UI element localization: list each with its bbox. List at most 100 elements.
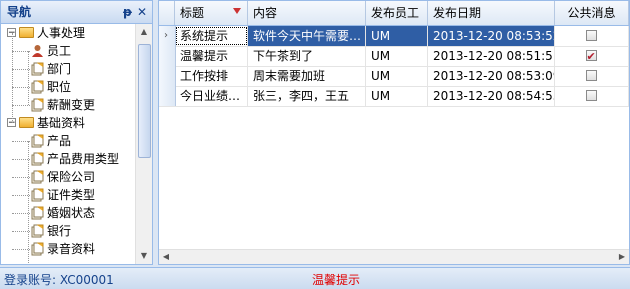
cell-public	[555, 46, 629, 66]
nav-header: 导航 ᵽ ✕	[1, 1, 152, 24]
tree-item[interactable]: − 基础资料	[1, 114, 137, 132]
document-icon	[31, 242, 44, 256]
col-header-content-label: 内容	[253, 6, 278, 20]
cell-title[interactable]: 工作按排	[175, 66, 248, 86]
tree-item[interactable]: 产品费用类型	[1, 150, 137, 168]
table-row[interactable]: 温馨提示 下午茶到了 UM 2013-12-20 08:51:51	[159, 46, 629, 67]
tree-item[interactable]: 产品	[1, 132, 137, 150]
tree-item-label: 录音资料	[47, 242, 96, 256]
tree-item[interactable]: − 人事处理	[1, 24, 137, 42]
cell-date[interactable]: 2013-12-20 08:54:55	[428, 86, 555, 106]
tree-item-label: 职位	[47, 80, 72, 94]
nav-title: 导航	[7, 5, 32, 19]
tree-item-label: 婚姻状态	[47, 206, 96, 220]
cell-title[interactable]: 系统提示	[175, 26, 248, 46]
cell-date[interactable]: 2013-12-20 08:51:51	[428, 46, 555, 66]
row-indicator[interactable]	[159, 66, 176, 86]
cell-public	[555, 86, 629, 106]
tree-item-label: 保险公司	[47, 170, 96, 184]
cell-title[interactable]: 温馨提示	[175, 46, 248, 66]
scroll-thumb[interactable]	[138, 44, 151, 158]
cell-content[interactable]: 软件今天中午需要…	[248, 26, 366, 46]
col-header-content[interactable]: 内容	[248, 1, 366, 25]
document-icon	[31, 134, 44, 148]
cell-date[interactable]: 2013-12-20 08:53:52	[428, 26, 555, 46]
document-icon	[31, 188, 44, 202]
cell-employee[interactable]: UM	[366, 86, 428, 106]
folder-icon	[19, 27, 34, 38]
document-icon	[31, 152, 44, 166]
public-checkbox[interactable]	[585, 30, 597, 41]
document-icon	[31, 80, 44, 94]
scroll-down-icon[interactable]: ▼	[136, 248, 152, 264]
table-row[interactable]: › 系统提示 软件今天中午需要… UM 2013-12-20 08:53:52	[159, 26, 629, 47]
cell-content[interactable]: 周末需要加班	[248, 66, 366, 86]
row-indicator[interactable]	[159, 86, 176, 106]
tree-item[interactable]: 证件类型	[1, 186, 137, 204]
current-row-icon: ›	[164, 30, 168, 41]
nav-panel: 导航 ᵽ ✕ − 人事处理员工部门职位薪酬变更 − 基础资料产品产品费用类型 保险公司证…	[0, 0, 153, 265]
status-bar: 登录账号: XC00001 温馨提示	[0, 267, 630, 289]
tree-item-label: 产品	[47, 134, 72, 148]
public-checkbox[interactable]	[585, 70, 597, 81]
cell-employee[interactable]: UM	[366, 46, 428, 66]
grid-hscrollbar[interactable]: ◀ ▶	[159, 249, 629, 264]
close-icon[interactable]: ✕	[137, 1, 147, 23]
cell-content[interactable]: 下午茶到了	[248, 46, 366, 66]
col-header-date[interactable]: 发布日期	[428, 1, 555, 25]
document-icon	[31, 206, 44, 220]
tree-item-label: 银行	[47, 224, 72, 238]
tree-item-label: 部门	[47, 62, 72, 76]
cell-employee[interactable]: UM	[366, 26, 428, 46]
table-row[interactable]: 今日业绩… 张三，李四，王五 UM 2013-12-20 08:54:55	[159, 86, 629, 107]
col-header-title[interactable]: 标题	[175, 1, 248, 25]
col-header-public[interactable]: 公共消息	[555, 1, 629, 25]
tree-item-label: 基础资料	[37, 116, 86, 130]
tree-item[interactable]: 婚姻状态	[1, 204, 137, 222]
col-header-employee-label: 发布员工	[371, 6, 420, 20]
row-indicator[interactable]: ›	[159, 26, 176, 46]
message-grid: 标题 内容 发布员工 发布日期 公共消息 › 系统提示 软件今天中午需要… UM 201…	[158, 0, 630, 265]
cell-employee[interactable]: UM	[366, 66, 428, 86]
col-header-public-label: 公共消息	[567, 6, 616, 20]
tree-item[interactable]: 部门	[1, 60, 137, 78]
cell-date[interactable]: 2013-12-20 08:53:09	[428, 66, 555, 86]
cell-public	[555, 26, 629, 46]
public-checkbox[interactable]	[585, 47, 597, 66]
tree-item[interactable]: 录音资料	[1, 240, 137, 258]
user-icon	[32, 45, 43, 57]
tree-item[interactable]: 保险公司	[1, 168, 137, 186]
tree-item-label: 薪酬变更	[47, 98, 96, 112]
tree-item[interactable]: 员工	[1, 42, 137, 60]
nav-tree: − 人事处理员工部门职位薪酬变更 − 基础资料产品产品费用类型 保险公司证件类型婚姻状态…	[1, 24, 137, 264]
scroll-left-icon[interactable]: ◀	[159, 250, 173, 264]
nav-scrollbar[interactable]: ▲ ▼	[135, 24, 152, 264]
col-header-date-label: 发布日期	[433, 6, 482, 20]
filter-icon[interactable]	[233, 8, 241, 14]
document-icon	[31, 62, 44, 76]
login-account: 登录账号: XC00001	[4, 273, 114, 287]
scroll-right-icon[interactable]: ▶	[615, 250, 629, 264]
cell-title[interactable]: 今日业绩…	[175, 86, 248, 106]
row-indicator[interactable]	[159, 46, 176, 66]
public-checkbox[interactable]	[585, 90, 597, 101]
tree-item[interactable]: 职位	[1, 78, 137, 96]
col-header-title-label: 标题	[180, 6, 205, 20]
document-icon	[31, 224, 44, 238]
grid-header: 标题 内容 发布员工 发布日期 公共消息	[159, 1, 629, 26]
folder-icon	[19, 117, 34, 128]
table-row[interactable]: 工作按排 周末需要加班 UM 2013-12-20 08:53:09	[159, 66, 629, 87]
tree-item-label: 证件类型	[47, 188, 96, 202]
tree-item[interactable]: 银行	[1, 222, 137, 240]
tree-item-label: 产品费用类型	[47, 152, 120, 166]
document-icon	[31, 170, 44, 184]
tree-item-label: 人事处理	[37, 26, 86, 40]
tree-item-label: 员工	[47, 44, 72, 58]
status-message[interactable]: 温馨提示	[312, 271, 360, 288]
pin-icon[interactable]: ᵽ	[123, 1, 132, 23]
cell-content[interactable]: 张三，李四，王五	[248, 86, 366, 106]
tree-item[interactable]: 薪酬变更	[1, 96, 137, 114]
col-header-employee[interactable]: 发布员工	[366, 1, 428, 25]
row-indicator-header	[159, 1, 175, 25]
scroll-up-icon[interactable]: ▲	[136, 24, 152, 40]
